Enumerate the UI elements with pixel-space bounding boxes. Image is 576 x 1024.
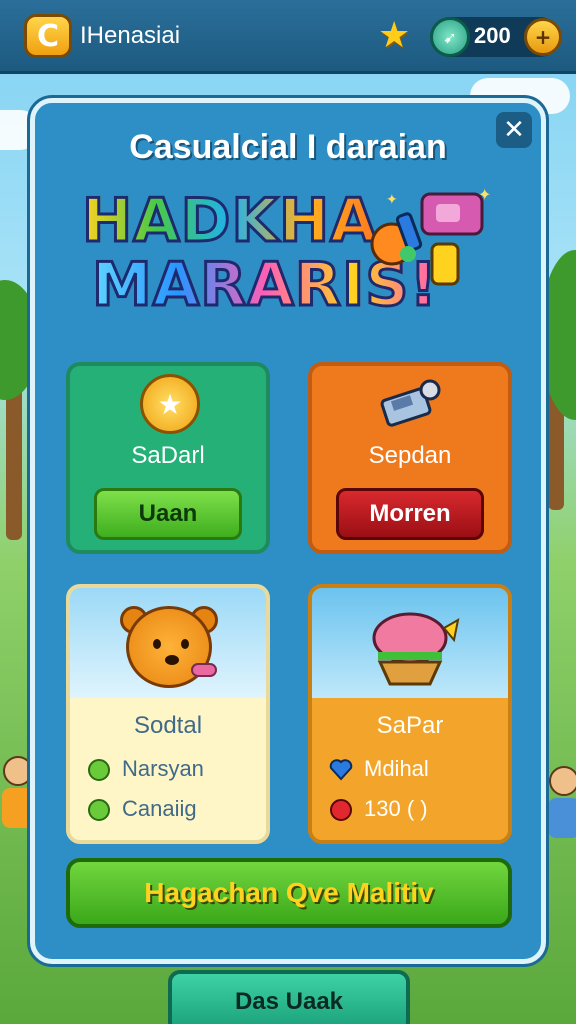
green-card-button[interactable]: Uaan [94,488,242,540]
stat-row: 130 ( ) [328,796,428,822]
app-title: IHenasiai [80,22,181,49]
burger-icon [372,612,460,686]
star-icon[interactable]: ★ [378,18,410,54]
modal-title: Casualcial I daraian [129,128,447,166]
card-label: Sodtal [133,712,203,739]
svg-text:✦: ✦ [386,192,398,208]
add-coin-icon[interactable]: + [524,18,562,56]
apple-icon [88,759,110,781]
kid-figure [546,766,576,846]
coin-icon: ★ [140,374,200,434]
top-bar: C IHenasiai ★ ➹ 200 + [0,0,576,74]
stat-row: Narsyan [86,756,204,782]
stat-row: Mdihal [328,756,429,782]
apple-icon [88,799,110,821]
card-food[interactable]: SaPar Mdihal 130 ( ) [308,584,512,844]
card-device[interactable]: Sepdan Morren [308,362,512,554]
pager-icon [380,379,441,427]
robot-art-icon: ✦ ✦ [370,185,491,286]
orange-card-button[interactable]: Morren [336,488,484,540]
card-label: SaDarl [131,442,205,469]
stat-text: Narsyan [122,756,204,781]
stat-text: 130 ( ) [364,796,428,821]
stat-row: Canaiig [86,796,197,822]
card-label: SaPar [376,712,444,739]
stat-text: Mdihal [364,756,429,781]
stat-text: Canaiig [122,796,197,821]
card-coins[interactable]: ★ SaDarl Uaan [66,362,270,554]
heart-icon [329,759,353,781]
card-bear[interactable]: Sodtal Narsyan Canaiig [66,584,270,844]
bottom-button[interactable]: Das Uaak [168,970,410,1024]
card-label: Sepdan [368,442,452,469]
apple-icon [330,799,352,821]
cta-button[interactable]: Hagachan Qve Malitiv [66,858,512,928]
gem-count: 200 [474,23,511,48]
logo-c-icon[interactable]: C [24,14,72,58]
gem-icon: ➹ [430,17,470,57]
game-logo-line1: HADKHA [81,185,379,258]
svg-text:✦: ✦ [478,185,491,204]
